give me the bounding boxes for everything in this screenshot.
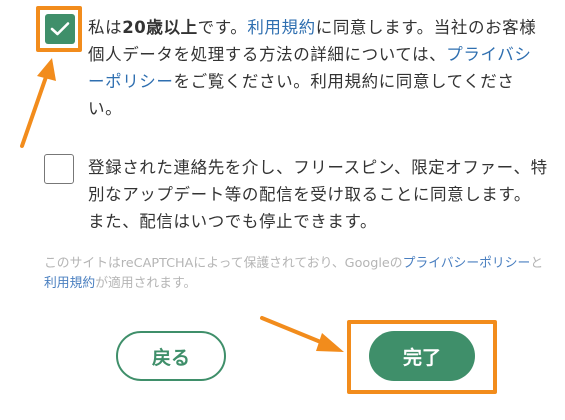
terms-link[interactable]: 利用規約	[247, 18, 315, 37]
check-icon	[50, 22, 70, 36]
back-button[interactable]: 戻る	[116, 331, 226, 381]
done-button[interactable]: 完了	[369, 331, 475, 381]
recaptcha-notice-connector: と	[530, 256, 544, 271]
arrow-to-done-button-icon	[260, 316, 344, 352]
age-terms-consent-text: 私は20歳以上です。利用規約に同意します。当社のお客様個人データを処理する方法の…	[88, 14, 548, 122]
age-terms-checkbox[interactable]	[45, 14, 75, 44]
recaptcha-notice-suffix: が適用されます。	[95, 276, 197, 291]
recaptcha-notice-prefix: このサイトはreCAPTCHAによって保護されており、Googleの	[44, 256, 403, 271]
consent-text-part: です。	[197, 18, 248, 37]
marketing-consent-checkbox[interactable]	[44, 154, 74, 184]
google-terms-link[interactable]: 利用規約	[44, 276, 95, 291]
marketing-consent-text: 登録された連絡先を介し、フリースピン、限定オファー、特別なアップデート等の配信を…	[88, 158, 548, 231]
age-requirement-text: 20歳以上	[122, 18, 198, 37]
consent-text-prefix: 私は	[88, 18, 123, 37]
google-privacy-link[interactable]: プライバシーポリシー	[403, 256, 531, 271]
recaptcha-notice: このサイトはreCAPTCHAによって保護されており、Googleのプライバシー…	[44, 254, 544, 294]
arrow-to-checkbox-icon	[20, 58, 56, 148]
